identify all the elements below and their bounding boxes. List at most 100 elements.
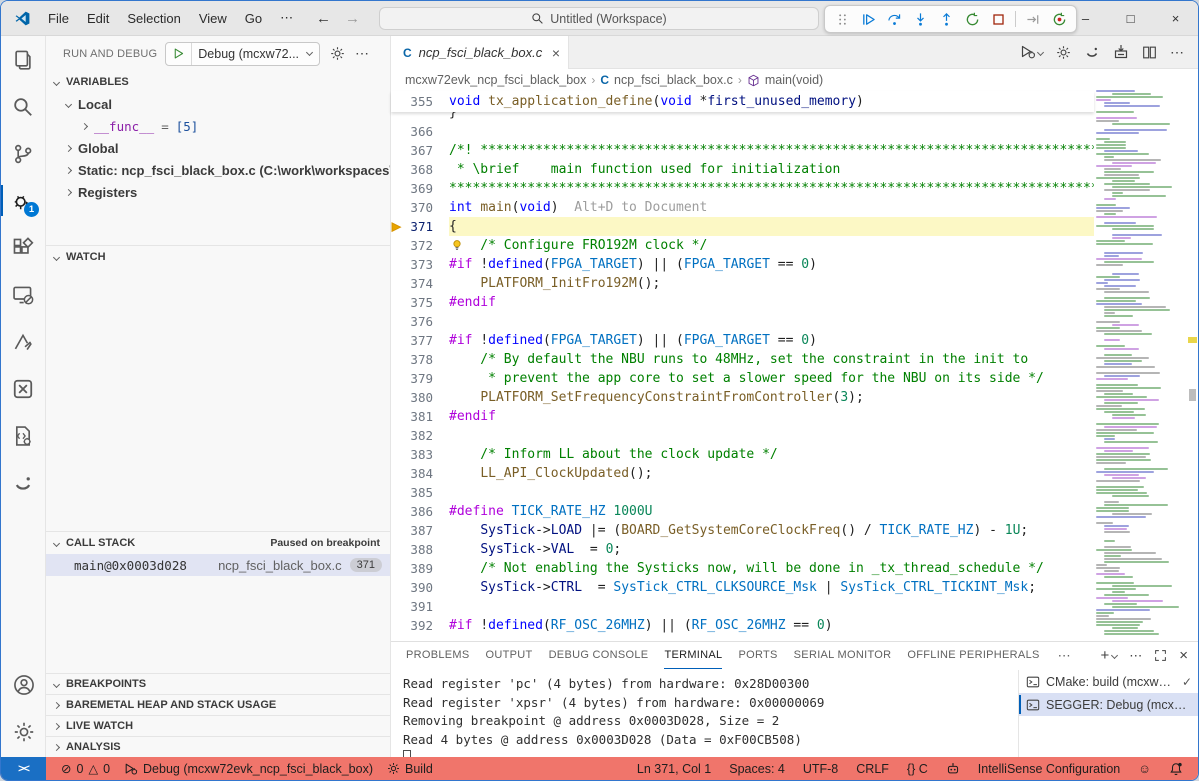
stack-frame-row[interactable]: main@0x0003d028 ncp_fsci_black_box.c 371: [46, 554, 390, 576]
feedback-extension-icon[interactable]: [1, 459, 45, 506]
debug-status[interactable]: Debug (mcxw72evk_ncp_fsci_black_box): [117, 757, 380, 780]
run-and-debug-icon[interactable]: 1: [1, 177, 45, 224]
cmake-tools-icon[interactable]: [1, 412, 45, 459]
cursor-position[interactable]: Ln 371, Col 1: [630, 762, 718, 776]
tab-ncp-fsci-black-box[interactable]: C ncp_fsci_black_box.c ×: [391, 36, 569, 69]
menu-edit[interactable]: Edit: [78, 7, 118, 30]
code-line-392[interactable]: 392#if !defined(RF_OSC_26MHZ) || (RF_OSC…: [391, 616, 1094, 635]
sticky-scroll-line[interactable]: 355 void tx_application_define(void *fir…: [391, 91, 1094, 112]
flash-programmer-icon[interactable]: [1113, 44, 1129, 60]
code-line-371[interactable]: ▶371{: [391, 217, 1094, 236]
start-debug-icon[interactable]: [166, 43, 192, 65]
code-line-368[interactable]: 368 * \brief main function used for init…: [391, 160, 1094, 179]
remote-explorer-icon[interactable]: [1, 271, 45, 318]
baremetal-heap-header[interactable]: BAREMETAL HEAP AND STACK USAGE: [46, 694, 390, 715]
code-line-386[interactable]: 386#define TICK_RATE_HZ 1000U: [391, 502, 1094, 521]
overview-ruler[interactable]: [1187, 86, 1198, 641]
extensions-icon[interactable]: [1, 224, 45, 271]
source-control-icon[interactable]: [1, 130, 45, 177]
step-into-button[interactable]: [908, 7, 932, 31]
maximize-panel-icon[interactable]: [1154, 649, 1167, 662]
code-line-380[interactable]: 380 PLATFORM_SetFrequencyConstraintFromC…: [391, 388, 1094, 407]
panel-tab-serial-monitor[interactable]: SERIAL MONITOR: [794, 642, 892, 669]
editor-settings-gear-icon[interactable]: [1056, 45, 1071, 60]
settings-gear-icon[interactable]: [1, 708, 46, 755]
code-line-376[interactable]: 376: [391, 312, 1094, 331]
debug-current-line-icon[interactable]: ▶: [392, 220, 400, 233]
code-line-365[interactable]: }: [391, 112, 1094, 122]
continue-button[interactable]: [856, 7, 880, 31]
code-line-385[interactable]: 385: [391, 483, 1094, 502]
notifications-bell-icon[interactable]: [1162, 762, 1190, 776]
code-area[interactable]: }366367/*! *****************************…: [391, 112, 1094, 641]
code-line-390[interactable]: 390 SysTick->CTRL = SysTick_CTRL_CLKSOUR…: [391, 578, 1094, 597]
variables-header[interactable]: VARIABLES: [46, 71, 390, 93]
scope-static[interactable]: Static: ncp_fsci_black_box.c (C:\work\wo…: [46, 159, 390, 181]
panel-tab-output[interactable]: OUTPUT: [486, 642, 533, 669]
breadcrumb-symbol[interactable]: main(void): [765, 73, 823, 87]
code-line-388[interactable]: 388 SysTick->VAL = 0;: [391, 540, 1094, 559]
panel-tab-terminal[interactable]: TERMINAL: [664, 642, 722, 669]
sidebar-more-icon[interactable]: ⋯: [355, 45, 369, 62]
breadcrumb-project[interactable]: mcxw72evk_ncp_fsci_black_box: [405, 73, 586, 87]
intellisense-config[interactable]: IntelliSense Configuration: [971, 762, 1127, 776]
split-editor-icon[interactable]: [1142, 45, 1157, 60]
run-debug-file-button[interactable]: [1020, 44, 1043, 60]
code-line-378[interactable]: 378 /* By default the NBU runs to 48MHz,…: [391, 350, 1094, 369]
feedback-smiley-icon[interactable]: [1084, 44, 1100, 60]
code-line-372[interactable]: 372 /* Configure FRO192M clock */: [391, 236, 1094, 255]
scope-local[interactable]: Local: [46, 93, 390, 115]
search-sidebar-icon[interactable]: [1, 83, 45, 130]
terminal-output[interactable]: Read register 'pc' (4 bytes) from hardwa…: [403, 675, 1014, 757]
close-button[interactable]: ×: [1153, 1, 1198, 35]
terminal-item[interactable]: CMake: build (mcxw72evk_ncp_fsci_...✓: [1019, 670, 1198, 693]
copilot-icon[interactable]: [939, 762, 967, 776]
code-line-389[interactable]: 389 /* Not enabling the Systicks now, wi…: [391, 559, 1094, 578]
call-stack-header[interactable]: CALL STACK Paused on breakpoint: [46, 532, 390, 554]
menu-[interactable]: ⋯: [271, 6, 302, 30]
code-line-374[interactable]: 374 PLATFORM_InitFro192M();: [391, 274, 1094, 293]
mcux-analysis-icon[interactable]: [1, 318, 45, 365]
new-terminal-button[interactable]: +: [1100, 647, 1117, 664]
scope-registers[interactable]: Registers: [46, 181, 390, 203]
step-over-button[interactable]: [882, 7, 906, 31]
jump-to-cursor-button[interactable]: [1021, 7, 1045, 31]
restart-button[interactable]: [960, 7, 984, 31]
nav-back-icon[interactable]: ←: [316, 10, 331, 27]
watch-header[interactable]: WATCH: [46, 246, 390, 268]
panel-tabs-more-icon[interactable]: ⋯: [1058, 648, 1071, 664]
explorer-icon[interactable]: [1, 36, 45, 83]
analysis-header[interactable]: ANALYSIS: [46, 736, 390, 757]
cmake-build-button[interactable]: Build: [380, 757, 440, 780]
code-line-375[interactable]: 375#endif: [391, 293, 1094, 312]
encoding[interactable]: UTF-8: [796, 762, 845, 776]
code-line-391[interactable]: 391: [391, 597, 1094, 616]
mcuxpresso-icon[interactable]: [1, 365, 45, 412]
live-watch-header[interactable]: LIVE WATCH: [46, 715, 390, 736]
minimize-button[interactable]: –: [1063, 1, 1108, 35]
code-line-387[interactable]: 387 SysTick->LOAD |= (BOARD_GetSystemCor…: [391, 521, 1094, 540]
panel-more-icon[interactable]: ⋯: [1129, 648, 1142, 664]
code-line-370[interactable]: 370int main(void) Alt+D to Document: [391, 198, 1094, 217]
feedback-smiley-status-icon[interactable]: ☺: [1131, 762, 1158, 776]
terminal-item[interactable]: SEGGER: Debug (mcxw72evk_ncp_fsci_b...: [1019, 693, 1198, 716]
editor-more-icon[interactable]: ⋯: [1170, 44, 1184, 61]
maximize-button[interactable]: □: [1108, 1, 1153, 35]
stop-button[interactable]: [986, 7, 1010, 31]
code-line-379[interactable]: 379 * prevent the app core to set a slow…: [391, 369, 1094, 388]
menu-go[interactable]: Go: [236, 7, 271, 30]
toolbar-grip-icon[interactable]: [830, 7, 854, 31]
variable-func[interactable]: __func__ = [5]: [46, 115, 390, 137]
nav-forward-icon[interactable]: →: [345, 10, 360, 27]
lightbulb-icon[interactable]: [450, 238, 464, 253]
close-panel-icon[interactable]: ×: [1179, 647, 1188, 664]
eol-sequence[interactable]: CRLF: [849, 762, 896, 776]
language-mode[interactable]: {} C: [900, 762, 935, 776]
code-line-369[interactable]: 369*************************************…: [391, 179, 1094, 198]
step-out-button[interactable]: [934, 7, 958, 31]
code-line-384[interactable]: 384 LL_API_ClockUpdated();: [391, 464, 1094, 483]
scope-global[interactable]: Global: [46, 137, 390, 159]
panel-tab-problems[interactable]: PROBLEMS: [406, 642, 470, 669]
breakpoints-header[interactable]: BREAKPOINTS: [46, 673, 390, 694]
code-line-366[interactable]: 366: [391, 122, 1094, 141]
